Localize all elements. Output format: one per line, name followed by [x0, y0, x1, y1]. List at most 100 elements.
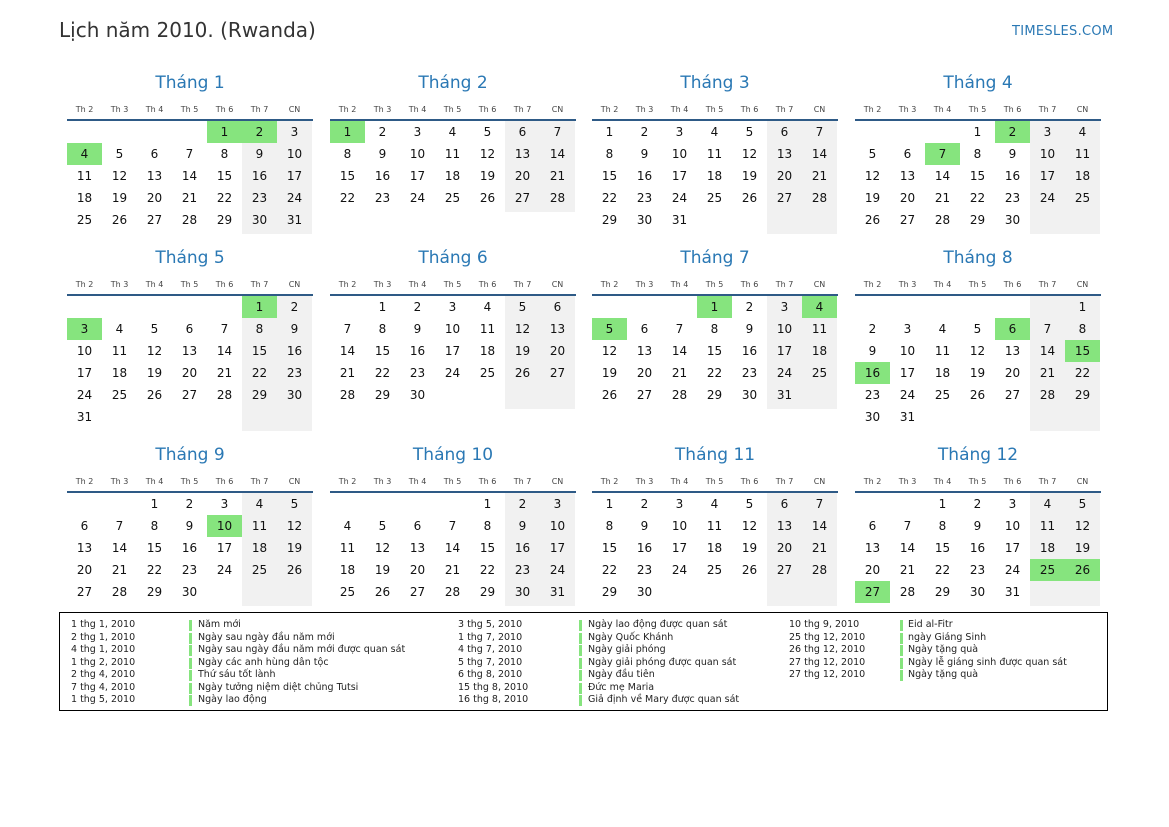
- day-cell: 6: [185, 322, 194, 336]
- day-cell: 5: [868, 147, 877, 161]
- day-cell: 16: [969, 541, 986, 555]
- weekday-label: CN: [288, 280, 301, 289]
- day-cell: 5: [745, 497, 754, 511]
- day-cell: 28: [111, 585, 128, 599]
- day-cell: 18: [811, 344, 828, 358]
- holiday-day-cell: 16: [855, 362, 890, 384]
- day-cell: 22: [969, 191, 986, 205]
- day-cell: 24: [776, 366, 793, 380]
- weekday-label: Th 2: [600, 105, 619, 114]
- holiday-name: Ngày tưởng niệm diệt chủng Tutsi: [198, 681, 359, 693]
- day-cell: 6: [780, 125, 789, 139]
- weekday-label: Th 3: [898, 280, 917, 289]
- day-cell: 24: [286, 191, 303, 205]
- weekday-label: Th 7: [1038, 280, 1057, 289]
- day-cell: 25: [444, 191, 461, 205]
- weekday-label: CN: [813, 477, 826, 486]
- weekday-label: Th 5: [180, 477, 199, 486]
- weekday-label: Th 3: [635, 280, 654, 289]
- day-cell: 25: [479, 366, 496, 380]
- day-cell: 8: [605, 519, 614, 533]
- day-cell: 4: [448, 125, 457, 139]
- weekday-label: Th 2: [338, 477, 357, 486]
- day-cell: 4: [1078, 125, 1087, 139]
- day-cell: 23: [969, 563, 986, 577]
- holiday-day-cell: 1: [242, 296, 277, 318]
- day-cell: 8: [150, 519, 159, 533]
- day-cell: 12: [969, 344, 986, 358]
- holiday-marker: [900, 620, 903, 631]
- day-cell: 7: [220, 322, 229, 336]
- holiday-name: Giả định về Mary được quan sát: [588, 694, 740, 705]
- day-cell: 3: [1043, 125, 1052, 139]
- day-cell: 25: [1074, 191, 1091, 205]
- day-cell: 10: [549, 519, 566, 533]
- day-cell: 25: [706, 191, 723, 205]
- day-cell: 20: [146, 191, 163, 205]
- month-name: Tháng 7: [680, 248, 750, 268]
- day-cell: 9: [518, 519, 527, 533]
- holiday-marker: [189, 632, 192, 644]
- day-cell: 19: [741, 169, 758, 183]
- day-cell: 7: [553, 125, 562, 139]
- holiday-day-cell: 1: [697, 296, 732, 318]
- day-cell: 17: [76, 366, 93, 380]
- weekday-label: Th 5: [180, 105, 199, 114]
- day-cell: 22: [146, 563, 163, 577]
- holiday-date: 4 thg 7, 2010: [458, 644, 523, 655]
- day-cell: 3: [780, 300, 789, 314]
- day-cell: 4: [710, 497, 719, 511]
- day-cell: 13: [514, 147, 531, 161]
- weekday-label: Th 6: [740, 280, 759, 289]
- day-cell: 20: [776, 169, 793, 183]
- day-cell: 27: [636, 388, 653, 402]
- site-link[interactable]: TIMESLES.COM: [1012, 24, 1113, 39]
- weekday-label: Th 6: [215, 105, 234, 114]
- day-cell: 16: [514, 541, 531, 555]
- day-cell: 2: [378, 125, 387, 139]
- day-cell: 31: [549, 585, 566, 599]
- day-cell: 16: [741, 344, 758, 358]
- day-cell: 11: [1074, 147, 1091, 161]
- weekday-label: CN: [288, 105, 301, 114]
- day-cell: 28: [216, 388, 233, 402]
- day-cell: 12: [479, 147, 496, 161]
- day-cell: 6: [80, 519, 89, 533]
- holiday-marker: [900, 632, 903, 644]
- weekday-label: Th 4: [145, 477, 164, 486]
- holiday-date: 4 thg 1, 2010: [71, 644, 136, 655]
- day-cell: 30: [514, 585, 531, 599]
- day-cell: 11: [251, 519, 268, 533]
- day-cell: 17: [216, 541, 233, 555]
- day-cell: 20: [549, 344, 566, 358]
- day-cell: 12: [1074, 519, 1091, 533]
- weekday-label: Th 7: [513, 280, 532, 289]
- day-cell: 31: [1004, 585, 1021, 599]
- day-cell: 22: [339, 191, 356, 205]
- day-cell: 15: [251, 344, 268, 358]
- month-name: Tháng 2: [418, 73, 488, 93]
- holiday-day-cell: 2: [242, 121, 277, 143]
- day-cell: 3: [675, 125, 684, 139]
- weekday-label: CN: [813, 105, 826, 114]
- day-cell: 13: [636, 344, 653, 358]
- day-cell: 3: [413, 125, 422, 139]
- holiday-marker: [189, 645, 192, 656]
- weekday-label: Th 2: [75, 280, 94, 289]
- day-cell: 9: [255, 147, 264, 161]
- day-cell: 30: [864, 410, 881, 424]
- day-cell: 12: [514, 322, 531, 336]
- day-cell: 23: [181, 563, 198, 577]
- day-cell: 24: [671, 563, 688, 577]
- day-cell: 17: [899, 366, 916, 380]
- day-cell: 16: [286, 344, 303, 358]
- day-cell: 28: [181, 213, 198, 227]
- day-cell: 5: [150, 322, 159, 336]
- weekday-label: Th 2: [600, 477, 619, 486]
- day-cell: 27: [409, 585, 426, 599]
- day-cell: 8: [710, 322, 719, 336]
- day-cell: 3: [553, 497, 562, 511]
- day-cell: 10: [1004, 519, 1021, 533]
- day-cell: 5: [745, 125, 754, 139]
- weekday-label: CN: [1076, 280, 1089, 289]
